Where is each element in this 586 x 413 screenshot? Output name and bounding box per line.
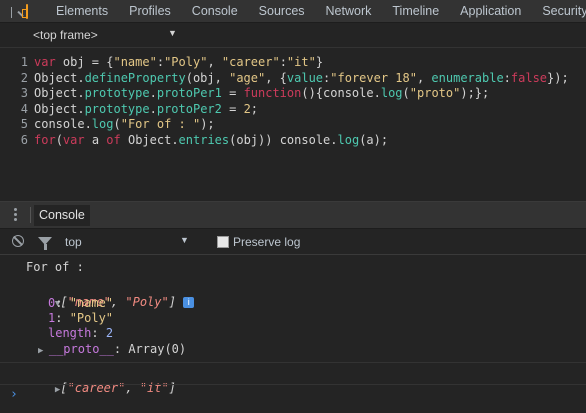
drawer-toolbar: Console	[0, 202, 586, 229]
array-property: 1: "Poly"	[48, 311, 114, 325]
array-proto[interactable]: ▶ __proto__: Array(0)	[38, 342, 186, 359]
tab-timeline[interactable]: Timeline	[392, 4, 439, 18]
tab-profiles[interactable]: Profiles	[129, 4, 171, 18]
console-prompt[interactable]: ›	[10, 387, 18, 402]
console-output: For of : ▼["name", "Poly"] i 0: "name" 1…	[0, 256, 586, 412]
tab-elements[interactable]: Elements	[56, 4, 108, 18]
console-filter-bar: top ▼ Preserve log	[0, 229, 586, 255]
preserve-log-label: Preserve log	[233, 235, 301, 249]
tab-application[interactable]: Application	[460, 4, 521, 18]
inspect-element-icon[interactable]	[11, 6, 12, 18]
panel-tabs: Elements Profiles Console Sources Networ…	[56, 4, 586, 18]
drawer-divider	[30, 207, 31, 223]
code-line: 3 Object.prototype.protoPer1 = function()…	[0, 86, 586, 102]
frame-selector-bar: <top frame> ▼	[0, 23, 586, 48]
preserve-log-checkbox[interactable]	[217, 236, 229, 248]
line-number: 1	[20, 55, 28, 69]
log-separator	[0, 384, 586, 385]
filter-icon[interactable]	[38, 237, 52, 250]
context-dropdown-icon[interactable]: ▼	[180, 235, 189, 245]
code-line: 5 console.log("For of : ");	[0, 117, 586, 133]
code-line: 4 Object.prototype.protoPer2 = 2;	[0, 102, 586, 118]
array-property: 0: "name"	[48, 296, 114, 310]
devtools-toolbar: Elements Profiles Console Sources Networ…	[0, 0, 586, 23]
log-separator	[0, 362, 586, 363]
tab-network[interactable]: Network	[326, 4, 372, 18]
tab-console[interactable]: Console	[192, 4, 238, 18]
more-options-icon[interactable]	[14, 208, 17, 223]
device-toolbar-icon[interactable]	[22, 3, 28, 19]
code-line: 2 Object.defineProperty(obj, "age", {valu…	[0, 71, 586, 87]
log-message: For of :	[26, 260, 84, 274]
code-editor[interactable]: 1 var obj = {"name":"Poly", "career":"it"…	[0, 55, 586, 200]
drawer-tab-console[interactable]: Console	[34, 205, 90, 226]
dropdown-caret-icon[interactable]: ▼	[168, 28, 177, 38]
array-length: length: 2	[48, 326, 114, 340]
code-line: 1 var obj = {"name":"Poly", "career":"it"…	[0, 55, 586, 71]
collapsed-triangle-icon[interactable]: ▶	[38, 346, 49, 356]
line-number: 3	[20, 86, 28, 100]
context-selector[interactable]: top	[65, 235, 82, 249]
tab-security[interactable]: Security	[542, 4, 586, 18]
line-number: 6	[20, 132, 28, 147]
line-number: 4	[20, 101, 28, 116]
line-number: 2	[20, 70, 28, 85]
tab-sources[interactable]: Sources	[259, 4, 305, 18]
array-log-collapsed[interactable]: ▶["career", "it"]	[26, 366, 176, 413]
frame-selector[interactable]: <top frame>	[33, 28, 98, 42]
info-icon[interactable]: i	[183, 297, 195, 308]
line-number: 5	[20, 117, 28, 131]
clear-console-icon[interactable]	[12, 235, 24, 247]
code-line: 6 for(var a of Object.entries(obj)) conso…	[0, 133, 586, 149]
